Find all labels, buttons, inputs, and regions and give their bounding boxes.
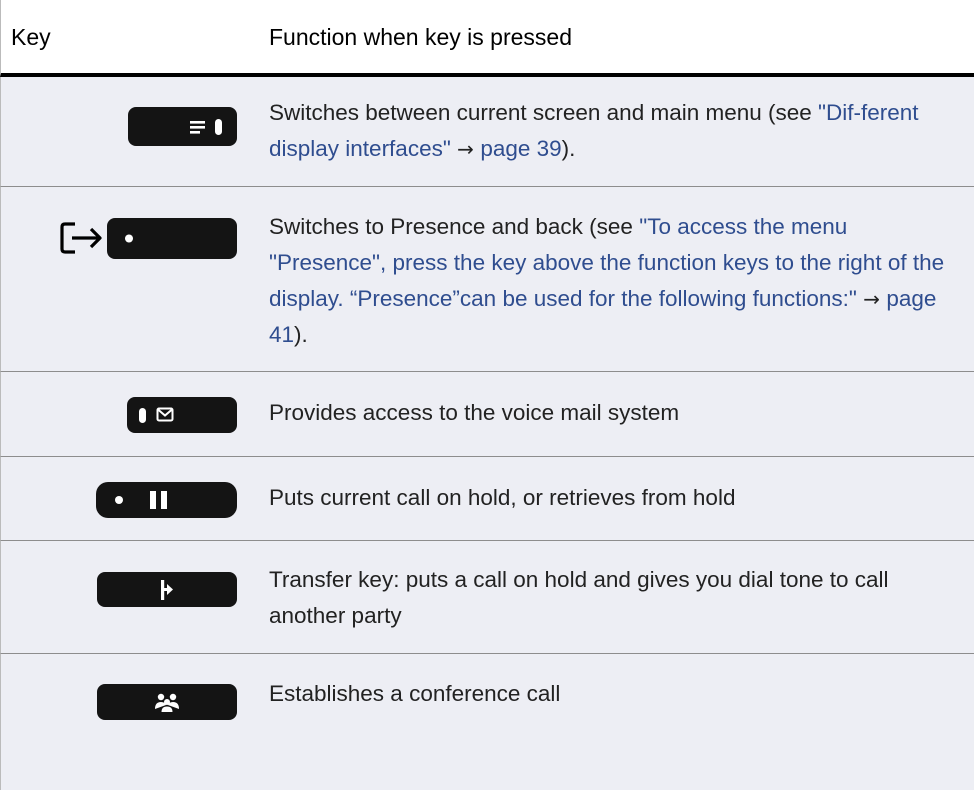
- function-cell: Provides access to the voice mail system: [269, 372, 969, 456]
- function-text: Establishes a conference call: [269, 681, 561, 706]
- key-function-table: Key Function when key is pressed Switche…: [0, 0, 974, 790]
- table-row: Establishes a conference call: [0, 654, 974, 790]
- table-row: Puts current call on hold, or retrieves …: [0, 457, 974, 541]
- table-row: Transfer key: puts a call on hold and gi…: [0, 541, 974, 654]
- function-text: Switches between current screen and main…: [269, 100, 919, 161]
- key-cell: [1, 457, 249, 540]
- key-cell: [1, 77, 249, 186]
- menu-toggle-icon: [128, 107, 237, 146]
- function-text: Puts current call on hold, or retrieves …: [269, 485, 736, 510]
- table-row: Switches to Presence and back (see "To a…: [0, 187, 974, 372]
- arrow-right-icon: →: [856, 287, 887, 311]
- table-row: Provides access to the voice mail system: [0, 372, 974, 457]
- presence-key: [107, 218, 237, 259]
- hold-pause-icon: [96, 482, 237, 518]
- key-cell: [1, 541, 249, 653]
- page-link[interactable]: page 39: [480, 136, 561, 161]
- function-cell: Establishes a conference call: [269, 654, 969, 790]
- key-cell: [1, 187, 249, 371]
- presence-logout-icon: [59, 217, 105, 264]
- transfer-icon: [97, 572, 237, 607]
- conference-icon: [97, 684, 237, 720]
- function-cell: Switches between current screen and main…: [269, 77, 969, 186]
- function-cell: Transfer key: puts a call on hold and gi…: [269, 541, 969, 653]
- function-text: Provides access to the voice mail system: [269, 400, 680, 425]
- function-text: Switches to Presence and back (see "To a…: [269, 214, 945, 347]
- header-function: Function when key is pressed: [269, 24, 572, 50]
- function-text: Transfer key: puts a call on hold and gi…: [269, 567, 889, 628]
- function-cell: Switches to Presence and back (see "To a…: [269, 187, 969, 371]
- header-key: Key: [11, 24, 51, 50]
- key-cell: [1, 372, 249, 456]
- table-row: Switches between current screen and main…: [0, 77, 974, 187]
- key-cell: [1, 654, 249, 790]
- voicemail-icon: [127, 397, 237, 433]
- function-cell: Puts current call on hold, or retrieves …: [269, 457, 969, 540]
- table-header: Key Function when key is pressed: [0, 0, 974, 77]
- arrow-right-icon: →: [450, 137, 481, 161]
